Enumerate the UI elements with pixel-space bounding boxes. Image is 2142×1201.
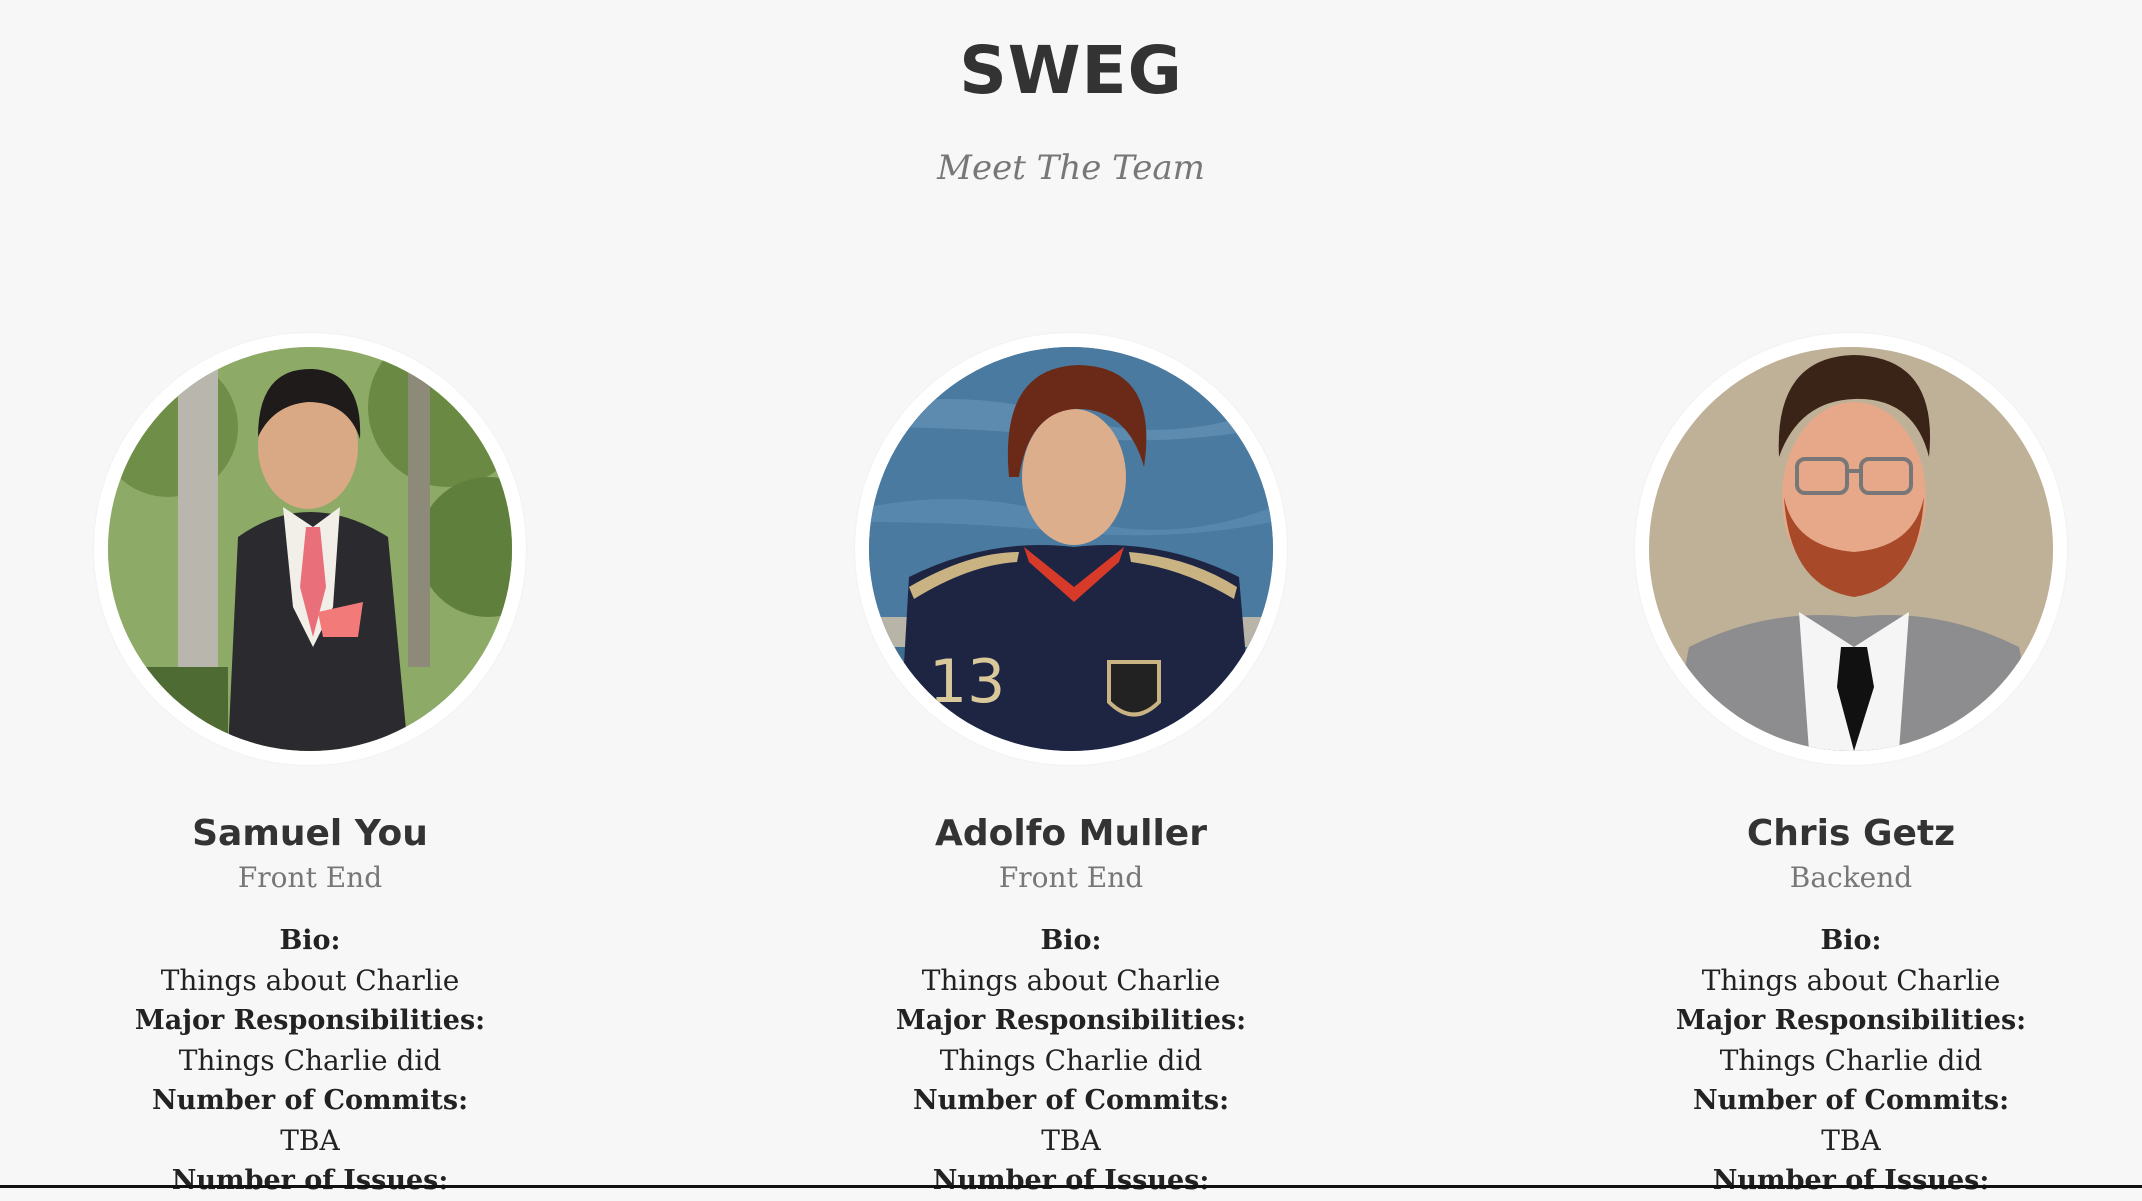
member-role: Front End [237,861,383,894]
member-role: Backend [1789,861,1913,894]
commits-value: TBA [280,1124,340,1157]
team-member-card: 13 Adolfo Muller Front End Bio: Things a… [761,333,1381,1201]
bio-label: Bio: [1040,925,1102,956]
commits-label: Number of Commits: [1692,1085,2010,1116]
bio-value: Things about Charlie [921,964,1221,997]
member-name: Adolfo Muller [935,813,1207,854]
commits-value: TBA [1821,1124,1881,1157]
responsibilities-label: Major Responsibilities: [1675,1005,2027,1036]
team-member-card: Samuel You Front End Bio: Things about C… [0,333,620,1201]
bio-value: Things about Charlie [1701,964,2001,997]
member-photo-frame [1635,333,2067,765]
team-member-card: Chris Getz Backend Bio: Things about Cha… [1541,333,2142,1201]
responsibilities-value: Things Charlie did [939,1044,1203,1077]
commits-value: TBA [1041,1124,1101,1157]
responsibilities-value: Things Charlie did [178,1044,442,1077]
bio-label: Bio: [279,925,341,956]
member-name: Chris Getz [1746,813,1956,854]
bio-label: Bio: [1820,925,1882,956]
member-details: Bio: Things about Charlie Major Responsi… [761,921,1381,1201]
member-photo [108,347,512,751]
bio-value: Things about Charlie [160,964,460,997]
issues-label: Number of Issues: [171,1165,449,1196]
page-title: SWEG [959,32,1183,109]
issues-label: Number of Issues: [932,1165,1210,1196]
member-photo-frame: 13 [855,333,1287,765]
commits-label: Number of Commits: [151,1085,469,1116]
member-role: Front End [998,861,1144,894]
member-details: Bio: Things about Charlie Major Responsi… [1541,921,2142,1201]
member-name: Samuel You [192,813,428,854]
member-photo [1649,347,2053,751]
issues-label: Number of Issues: [1712,1165,1990,1196]
member-details: Bio: Things about Charlie Major Responsi… [0,921,620,1201]
commits-label: Number of Commits: [912,1085,1230,1116]
responsibilities-label: Major Responsibilities: [895,1005,1247,1036]
page-subtitle: Meet The Team [937,148,1205,188]
member-photo-frame [94,333,526,765]
responsibilities-label: Major Responsibilities: [134,1005,486,1036]
responsibilities-value: Things Charlie did [1719,1044,1983,1077]
svg-text:13: 13 [929,647,1005,717]
member-photo: 13 [869,347,1273,751]
